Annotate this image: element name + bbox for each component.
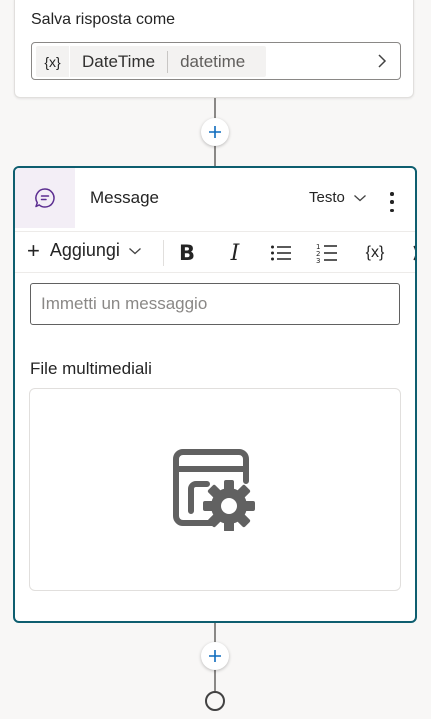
variable-name: DateTime	[70, 50, 169, 73]
bold-button[interactable]: B	[175, 238, 199, 268]
add-node-button[interactable]	[201, 118, 229, 146]
message-type-dropdown[interactable]: Testo	[309, 189, 367, 206]
variable-type: datetime	[180, 51, 246, 71]
variable-picker[interactable]: {x} DateTime datetime	[31, 42, 401, 80]
chat-bubble-icon	[35, 188, 55, 208]
numbered-list-button[interactable]: 1 2 3	[315, 238, 339, 268]
message-node-card[interactable]: Message Testo + Aggiungi B I 1 2 3 {x} I…	[13, 166, 417, 623]
variable-icon: {x}	[36, 46, 70, 77]
bullet-list-button[interactable]	[269, 238, 293, 268]
save-response-label: Salva risposta come	[31, 11, 176, 28]
media-drop-area[interactable]	[29, 388, 401, 591]
chevron-right-icon[interactable]	[372, 51, 392, 71]
italic-button[interactable]: I	[223, 238, 247, 268]
media-files-label: File multimediali	[30, 359, 152, 378]
plus-icon	[209, 650, 221, 662]
chevron-down-icon	[128, 247, 141, 254]
toolbar-divider	[163, 240, 164, 266]
message-icon-box	[15, 168, 75, 228]
insert-variable-button[interactable]: {x}	[360, 238, 390, 268]
more-options-button[interactable]	[387, 192, 397, 212]
format-toolbar: + Aggiungi B I 1 2 3 {x}	[15, 231, 415, 273]
toolbar-overflow-icon[interactable]	[410, 238, 415, 268]
message-input[interactable]	[30, 283, 400, 325]
node-title: Message	[90, 188, 159, 207]
add-content-button[interactable]: + Aggiungi	[27, 237, 142, 263]
media-settings-icon	[173, 448, 255, 531]
bullet-list-icon	[271, 245, 291, 261]
chevron-down-icon	[353, 194, 366, 201]
plus-icon	[209, 126, 221, 138]
plus-icon: +	[27, 237, 40, 263]
add-node-button[interactable]	[201, 642, 229, 670]
numbered-list-icon: 1 2 3	[316, 243, 337, 264]
add-content-label: Aggiungi	[49, 240, 120, 260]
save-response-card: Salva risposta come {x} DateTime datetim…	[14, 0, 414, 98]
variable-chip[interactable]: {x} DateTime datetime	[36, 46, 266, 77]
message-type-label: Testo	[309, 189, 345, 206]
flow-end-node	[205, 691, 225, 711]
svg-text:3: 3	[316, 257, 320, 264]
